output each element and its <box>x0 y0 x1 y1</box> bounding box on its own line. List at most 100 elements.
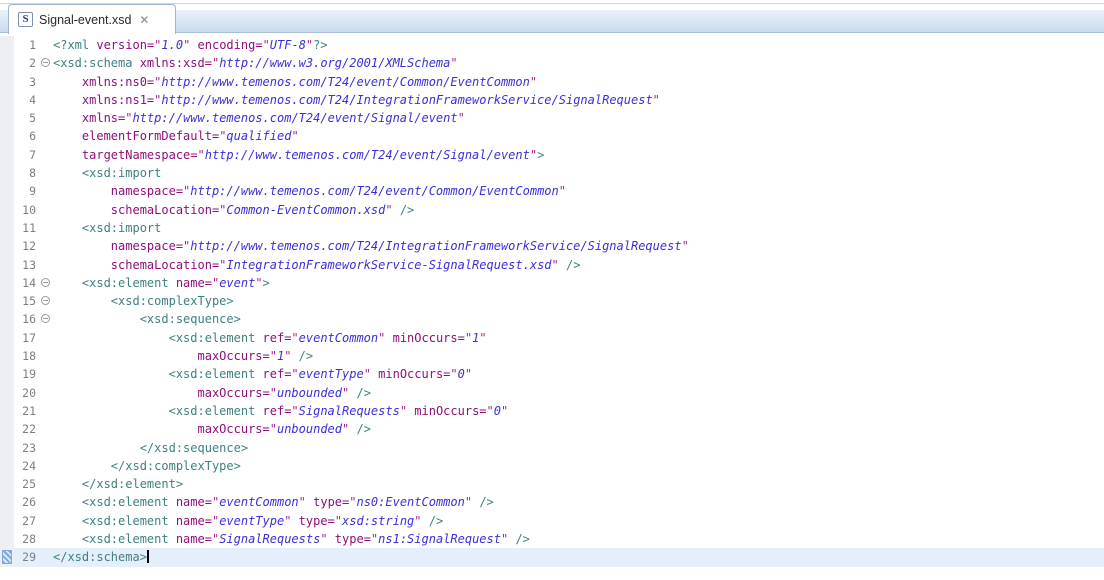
code-line[interactable]: 10 schemaLocation="Common-EventCommon.xs… <box>0 201 1104 219</box>
fold-control[interactable] <box>40 310 53 328</box>
code-line[interactable]: 29</xsd:schema> <box>0 548 1104 566</box>
code-line[interactable]: 25 </xsd:element> <box>0 475 1104 493</box>
fold-column-cell <box>40 73 53 91</box>
code-text: xmlns:ns1="http://www.temenos.com/T24/In… <box>53 91 1104 109</box>
annotation-ruler-cell <box>0 182 14 200</box>
code-line[interactable]: 9 namespace="http://www.temenos.com/T24/… <box>0 182 1104 200</box>
code-line[interactable]: 22 maxOccurs="unbounded" /> <box>0 420 1104 438</box>
line-number: 8 <box>14 164 40 182</box>
code-line[interactable]: 18 maxOccurs="1" /> <box>0 347 1104 365</box>
collapse-minus-icon[interactable] <box>41 296 50 305</box>
annotation-ruler-cell <box>0 36 14 54</box>
fold-control[interactable] <box>40 292 53 310</box>
code-text: </xsd:element> <box>53 475 1104 493</box>
text-caret <box>147 550 149 563</box>
fold-column-cell <box>40 329 53 347</box>
fold-column-cell <box>40 457 53 475</box>
code-line[interactable]: 14 <xsd:element name="event"> <box>0 274 1104 292</box>
code-line[interactable]: 12 namespace="http://www.temenos.com/T24… <box>0 237 1104 255</box>
line-number: 5 <box>14 109 40 127</box>
line-number: 1 <box>14 36 40 54</box>
annotation-ruler-cell <box>0 365 14 383</box>
code-text: namespace="http://www.temenos.com/T24/ev… <box>53 182 1104 200</box>
line-number: 21 <box>14 402 40 420</box>
tab-title: Signal-event.xsd <box>39 13 131 27</box>
code-line[interactable]: 27 <xsd:element name="eventType" type="x… <box>0 512 1104 530</box>
line-number: 6 <box>14 127 40 145</box>
line-number: 28 <box>14 530 40 548</box>
line-number: 18 <box>14 347 40 365</box>
code-lines: 1<?xml version="1.0" encoding="UTF-8"?>2… <box>0 36 1104 567</box>
code-line[interactable]: 3 xmlns:ns0="http://www.temenos.com/T24/… <box>0 73 1104 91</box>
tab-signal-event-xsd[interactable]: S Signal-event.xsd ✕ <box>8 4 176 34</box>
code-text: <xsd:element ref="eventType" minOccurs="… <box>53 365 1104 383</box>
caret-position-marker-icon <box>2 550 12 564</box>
code-line[interactable]: 26 <xsd:element name="eventCommon" type=… <box>0 493 1104 511</box>
code-line[interactable]: 28 <xsd:element name="SignalRequests" ty… <box>0 530 1104 548</box>
fold-control[interactable] <box>40 274 53 292</box>
code-line[interactable]: 16 <xsd:sequence> <box>0 310 1104 328</box>
annotation-ruler-cell <box>0 219 14 237</box>
annotation-ruler-cell <box>0 201 14 219</box>
code-line[interactable]: 6 elementFormDefault="qualified" <box>0 127 1104 145</box>
fold-column-cell <box>40 347 53 365</box>
code-line[interactable]: 11 <xsd:import <box>0 219 1104 237</box>
annotation-ruler-cell <box>0 292 14 310</box>
fold-column-cell <box>40 36 53 54</box>
code-line[interactable]: 20 maxOccurs="unbounded" /> <box>0 384 1104 402</box>
code-line[interactable]: 1 <?xml version="1.0" encoding="UTF-8"?> <box>0 36 1104 54</box>
fold-column-cell <box>40 182 53 200</box>
code-editor[interactable]: 1<?xml version="1.0" encoding="UTF-8"?>2… <box>0 33 1104 580</box>
fold-column-cell <box>40 127 53 145</box>
code-text: elementFormDefault="qualified" <box>53 127 1104 145</box>
xml-editor-window: S Signal-event.xsd ✕ 1 <?xml version="1.0… <box>0 0 1104 580</box>
code-line[interactable]: 23 </xsd:sequence> <box>0 439 1104 457</box>
collapse-minus-icon[interactable] <box>41 278 50 287</box>
code-line[interactable]: 8 <xsd:import <box>0 164 1104 182</box>
code-line[interactable]: 7 targetNamespace="http://www.temenos.co… <box>0 146 1104 164</box>
fold-control[interactable] <box>40 54 53 72</box>
collapse-minus-icon[interactable] <box>41 58 50 67</box>
code-text: targetNamespace="http://www.temenos.com/… <box>53 146 1104 164</box>
annotation-ruler-cell <box>0 457 14 475</box>
code-text: xmlns="http://www.temenos.com/T24/event/… <box>53 109 1104 127</box>
code-line[interactable]: 17 <xsd:element ref="eventCommon" minOcc… <box>0 329 1104 347</box>
tab-close-icon[interactable]: ✕ <box>139 14 149 26</box>
code-text: maxOccurs="unbounded" /> <box>53 384 1104 402</box>
collapse-minus-icon[interactable] <box>41 314 50 323</box>
fold-column-cell <box>40 237 53 255</box>
code-line[interactable]: 15 <xsd:complexType> <box>0 292 1104 310</box>
code-text: schemaLocation="Common-EventCommon.xsd" … <box>53 201 1104 219</box>
line-number: 27 <box>14 512 40 530</box>
annotation-ruler-cell <box>0 146 14 164</box>
code-text: <?xml version="1.0" encoding="UTF-8"?> <box>53 36 1104 54</box>
code-line[interactable]: 13 schemaLocation="IntegrationFrameworkS… <box>0 256 1104 274</box>
line-number: 20 <box>14 384 40 402</box>
code-text: <xsd:element ref="eventCommon" minOccurs… <box>53 329 1104 347</box>
caret-line-annotation <box>0 548 14 566</box>
code-text: <xsd:element name="event"> <box>53 274 1104 292</box>
annotation-ruler-cell <box>0 109 14 127</box>
annotation-ruler-cell <box>0 493 14 511</box>
code-line[interactable]: 4 xmlns:ns1="http://www.temenos.com/T24/… <box>0 91 1104 109</box>
code-text: <xsd:element name="SignalRequests" type=… <box>53 530 1104 548</box>
line-number: 16 <box>14 310 40 328</box>
code-text: <xsd:element name="eventCommon" type="ns… <box>53 493 1104 511</box>
xsd-file-icon: S <box>18 12 33 27</box>
fold-column-cell <box>40 109 53 127</box>
code-text: <xsd:import <box>53 219 1104 237</box>
code-line[interactable]: 5 xmlns="http://www.temenos.com/T24/even… <box>0 109 1104 127</box>
code-line[interactable]: 19 <xsd:element ref="eventType" minOccur… <box>0 365 1104 383</box>
xsd-file-icon-letter: S <box>22 14 28 25</box>
code-text: maxOccurs="1" /> <box>53 347 1104 365</box>
code-line[interactable]: 24 </xsd:complexType> <box>0 457 1104 475</box>
fold-column-cell <box>40 365 53 383</box>
code-line[interactable]: 21 <xsd:element ref="SignalRequests" min… <box>0 402 1104 420</box>
code-text: namespace="http://www.temenos.com/T24/In… <box>53 237 1104 255</box>
fold-column-cell <box>40 402 53 420</box>
code-line[interactable]: 2<xsd:schema xmlns:xsd="http://www.w3.or… <box>0 54 1104 72</box>
fold-column-cell <box>40 201 53 219</box>
annotation-ruler-cell <box>0 384 14 402</box>
code-text: </xsd:complexType> <box>53 457 1104 475</box>
annotation-ruler-cell <box>0 402 14 420</box>
